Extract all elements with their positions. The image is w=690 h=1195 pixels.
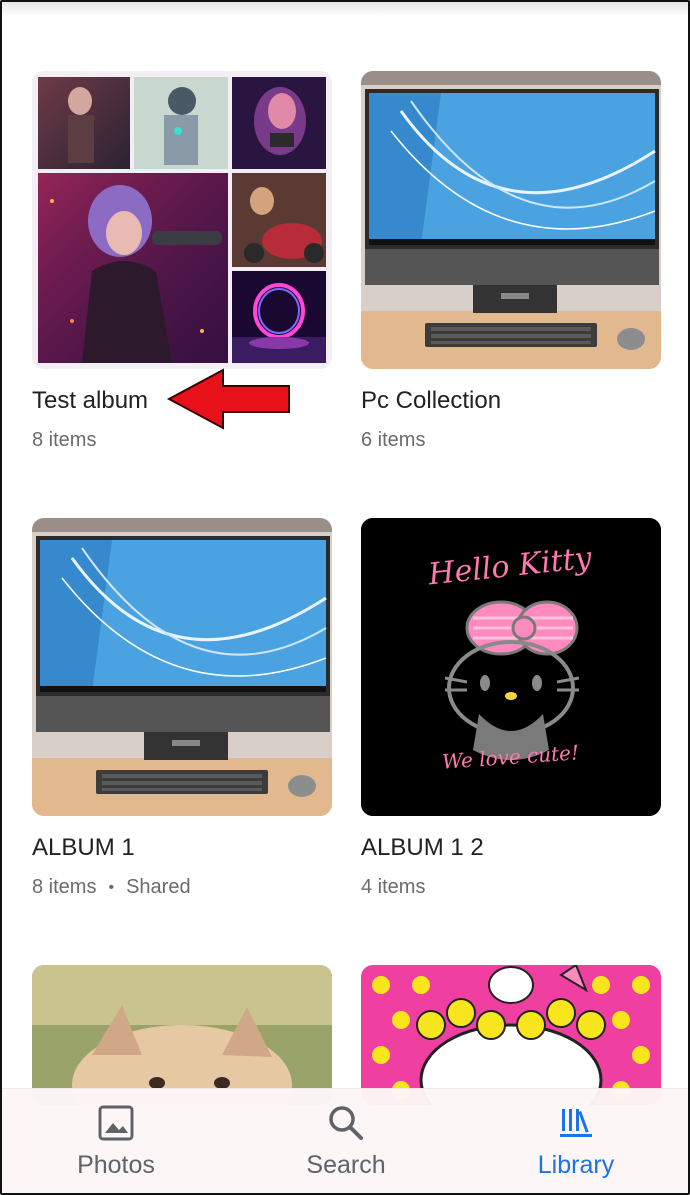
- dog-image: [32, 965, 332, 1105]
- hello-kitty-dots-image: [361, 965, 661, 1105]
- library-screen: Test album 8 items Pc Collection 6 items…: [0, 0, 690, 1195]
- album-cover-pc[interactable]: [361, 71, 661, 369]
- album-item-count: 4 items: [361, 876, 426, 898]
- album-item-count: 8 items: [32, 876, 97, 898]
- separator-dot: •: [108, 878, 115, 896]
- nav-label-search: Search: [306, 1151, 386, 1179]
- nav-tab-photos[interactable]: Photos: [26, 1089, 206, 1193]
- hello-kitty-image: Hello Kitty We love cute!: [361, 518, 661, 816]
- bottom-navigation: Photos Search Library: [2, 1088, 688, 1193]
- album-card-album-1-2[interactable]: Hello Kitty We love cute! ALBUM 1 2 4 it…: [361, 518, 661, 908]
- photo-icon: [98, 1105, 134, 1141]
- album-title[interactable]: Pc Collection: [361, 387, 501, 415]
- nav-label-photos: Photos: [77, 1151, 155, 1179]
- status-shadow: [2, 2, 688, 16]
- collage-image: [32, 71, 332, 369]
- album-cover-hello-kitty-dots[interactable]: [361, 965, 661, 1105]
- nav-tab-library[interactable]: Library: [486, 1089, 666, 1193]
- album-card-album-1[interactable]: ALBUM 1 8 items • Shared: [32, 518, 332, 908]
- album-shared-label: Shared: [126, 876, 191, 898]
- album-cover-pc[interactable]: [32, 518, 332, 816]
- album-cover-collage[interactable]: [32, 71, 332, 369]
- album-cover-hello-kitty[interactable]: Hello Kitty We love cute!: [361, 518, 661, 816]
- nav-tab-search[interactable]: Search: [256, 1089, 436, 1193]
- album-item-count: 6 items: [361, 429, 426, 451]
- pc-desktop-image: [361, 71, 661, 369]
- album-title[interactable]: Test album: [32, 387, 148, 415]
- album-title[interactable]: ALBUM 1 2: [361, 834, 484, 862]
- album-meta: 8 items • Shared: [32, 876, 191, 899]
- library-icon: [560, 1109, 592, 1137]
- pc-desktop-image: [32, 518, 332, 816]
- album-card-pc-collection[interactable]: Pc Collection 6 items: [361, 71, 661, 461]
- album-item-count: 8 items: [32, 429, 97, 451]
- nav-label-library: Library: [537, 1151, 615, 1179]
- album-title[interactable]: ALBUM 1: [32, 834, 135, 862]
- album-cover-dog[interactable]: [32, 965, 332, 1105]
- search-icon: [329, 1106, 363, 1140]
- annotation-arrow-icon: [167, 368, 290, 430]
